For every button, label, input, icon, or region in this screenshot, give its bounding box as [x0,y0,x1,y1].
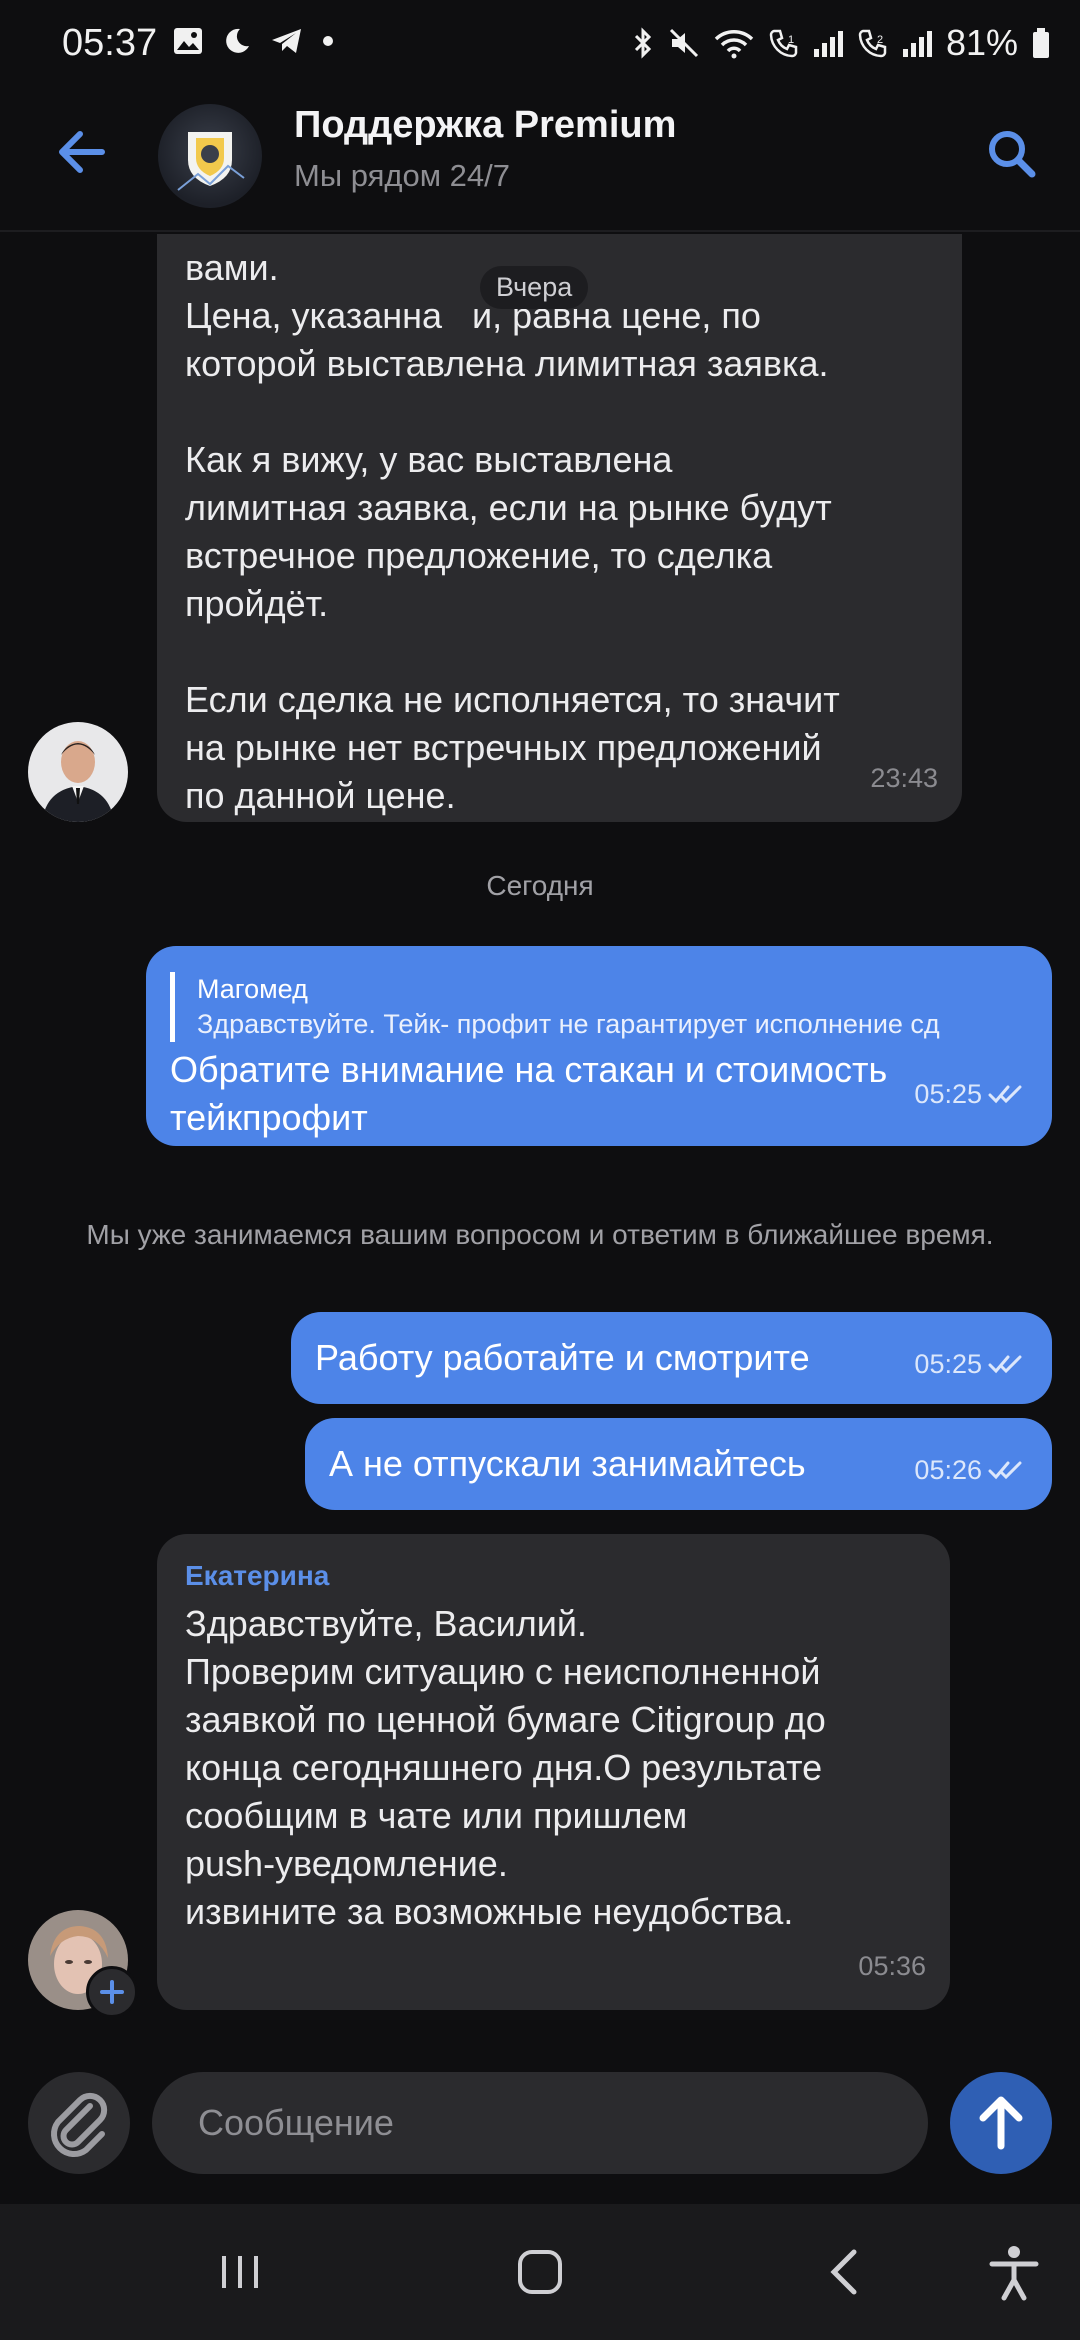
svg-text:2: 2 [877,34,883,46]
sender-name: Екатерина [185,1560,330,1591]
call1-icon: 1 [769,29,798,58]
bank-emblem-icon [177,132,245,191]
signal-icon [813,29,843,57]
recent-apps-icon[interactable] [210,2242,270,2302]
send-button[interactable] [950,2072,1052,2174]
incoming-message[interactable]: Екатерина Здравствуйте, Василий. Провери… [157,1534,950,2010]
message-input-bar: Сообщение [0,2054,1080,2204]
quote-text: Здравствуйте. Тейк- профит не гарантируе… [197,1009,940,1039]
chat-header: Поддержка Premium Мы рядом 24/7 [0,76,1080,232]
outgoing-message-reply[interactable]: Магомед Здравствуйте. Тейк- профит не га… [146,946,1052,1146]
incoming-message[interactable]: вами. Цена, указанна и, равна цене, по ко… [157,234,962,822]
message-text: А не отпускали занимайтесь [329,1443,806,1484]
date-pill: Вчера [480,266,589,309]
agent-avatar[interactable] [28,722,128,822]
add-contact-badge[interactable] [86,1966,138,2018]
message-time: 05:25 [914,1070,1026,1118]
message-time: 05:36 [858,1951,926,1981]
system-note: Мы уже занимаемся вашим вопросом и ответ… [86,1219,994,1250]
attach-button[interactable] [28,2072,130,2174]
agent-photo [28,722,128,822]
double-check-icon [988,1461,1022,1480]
status-bar: 05:37 1 2 81% [0,0,1080,76]
telegram-icon [272,29,301,53]
status-time: 05:37 [62,22,158,64]
message-time: 05:26 [914,1446,1026,1494]
outgoing-message[interactable]: Работу работайте и смотрите 05:25 [291,1312,1052,1404]
message-text: Здравствуйте, Василий. Проверим ситуацию… [185,1603,826,1932]
message-text: Работу работайте и смотрите [315,1337,810,1378]
battery-percent: 81% [945,22,1018,63]
mute-icon [669,28,698,58]
battery-icon [1033,28,1049,58]
image-icon [174,28,202,54]
reply-quote[interactable]: Магомед Здравствуйте. Тейк- профит не га… [170,972,1030,1042]
message-time: 05:25 [914,1340,1026,1388]
svg-text:1: 1 [788,34,794,46]
chat-subtitle: Мы рядом 24/7 [294,158,510,193]
chat-avatar-logo[interactable] [158,104,262,208]
message-line: которой выставлена лимитная заявка. [185,343,829,384]
moon-icon [226,28,249,53]
home-icon[interactable] [510,2242,570,2302]
back-arrow-icon[interactable] [50,120,114,184]
message-list[interactable]: вами. Цена, указанна и, равна цене, по ко… [0,234,1080,2054]
chat-title: Поддержка Premium [294,104,677,146]
double-check-icon [988,1085,1022,1104]
search-icon[interactable] [982,124,1042,184]
accessibility-icon[interactable] [984,2242,1044,2302]
quote-author: Магомед [197,974,308,1004]
message-text: Обратите внимание на стакан и стоимость … [170,1049,888,1138]
arrow-up-icon [979,2096,1023,2150]
signal-icon [902,29,932,57]
paperclip-icon [51,2092,108,2157]
wifi-icon [714,30,754,59]
call2-icon: 2 [858,29,887,58]
dot-icon [323,36,333,46]
message-time: 23:43 [870,763,938,793]
bluetooth-icon [634,27,652,59]
plus-icon [100,1980,124,2004]
message-input[interactable]: Сообщение [152,2072,928,2174]
message-paragraph: Как я вижу, у вас выставлена лимитная за… [185,439,832,624]
double-check-icon [988,1355,1022,1374]
date-separator: Сегодня [486,870,594,901]
message-paragraph: Если сделка не исполняется, то значит на… [185,679,840,816]
outgoing-message[interactable]: А не отпускали занимайтесь 05:26 [305,1418,1052,1510]
back-icon[interactable] [814,2242,874,2302]
system-nav-bar [0,2204,1080,2340]
